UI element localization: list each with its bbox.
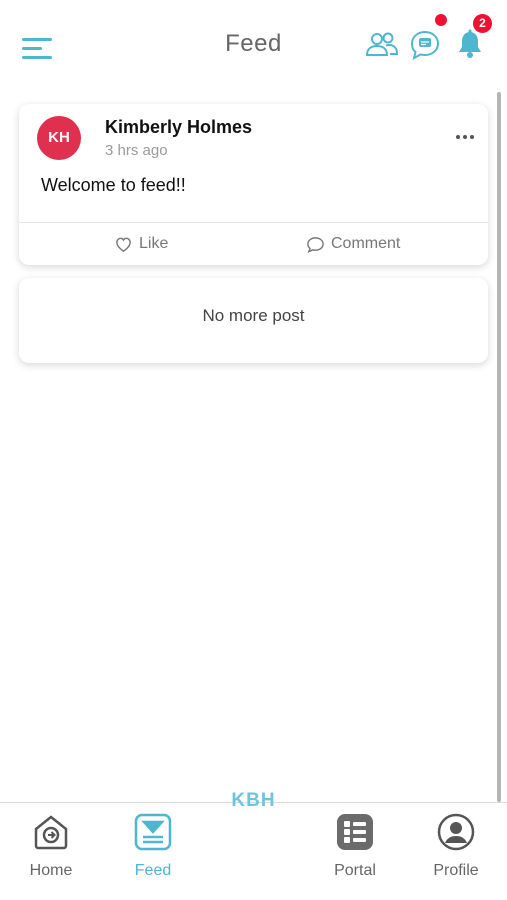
author-avatar[interactable]: KH xyxy=(37,116,81,160)
nav-profile-label: Profile xyxy=(433,862,479,879)
end-of-feed-message: No more post xyxy=(202,306,305,325)
post-card: KH Kimberly Holmes 3 hrs ago Welcome to … xyxy=(19,104,488,265)
nav-feed-label: Feed xyxy=(134,862,172,879)
post-text: Welcome to feed!! xyxy=(41,175,186,195)
end-of-feed-card: No more post xyxy=(19,278,488,363)
chat-icon[interactable] xyxy=(408,28,442,62)
divider xyxy=(19,222,488,223)
friends-icon[interactable] xyxy=(365,28,399,62)
nav-portal-label: Portal xyxy=(334,862,376,879)
post-timestamp: 3 hrs ago xyxy=(105,142,168,159)
comment-button[interactable]: Comment xyxy=(306,233,400,255)
nav-portal[interactable]: Portal xyxy=(315,812,395,884)
scrollbar[interactable] xyxy=(497,92,501,802)
post-author-name[interactable]: Kimberly Holmes xyxy=(105,117,252,138)
home-icon xyxy=(34,815,68,850)
profile-icon xyxy=(437,813,475,851)
nav-feed[interactable]: Feed xyxy=(113,812,193,884)
more-options-icon[interactable] xyxy=(455,130,477,144)
app-header: Feed 2 xyxy=(0,0,507,92)
brand-label: KBH xyxy=(231,790,276,811)
feed-icon xyxy=(134,813,172,851)
comment-icon xyxy=(307,236,324,253)
nav-profile[interactable]: Profile xyxy=(416,812,496,884)
chat-unread-dot xyxy=(435,14,447,26)
bell-icon[interactable] xyxy=(453,28,487,62)
comment-label: Comment xyxy=(331,235,401,252)
like-label: Like xyxy=(139,235,169,252)
nav-home-label: Home xyxy=(29,862,73,879)
like-button[interactable]: Like xyxy=(114,233,168,255)
heart-icon xyxy=(116,237,131,252)
portal-icon xyxy=(337,814,373,850)
notification-count-badge: 2 xyxy=(473,14,492,33)
nav-home[interactable]: Home xyxy=(11,812,91,884)
